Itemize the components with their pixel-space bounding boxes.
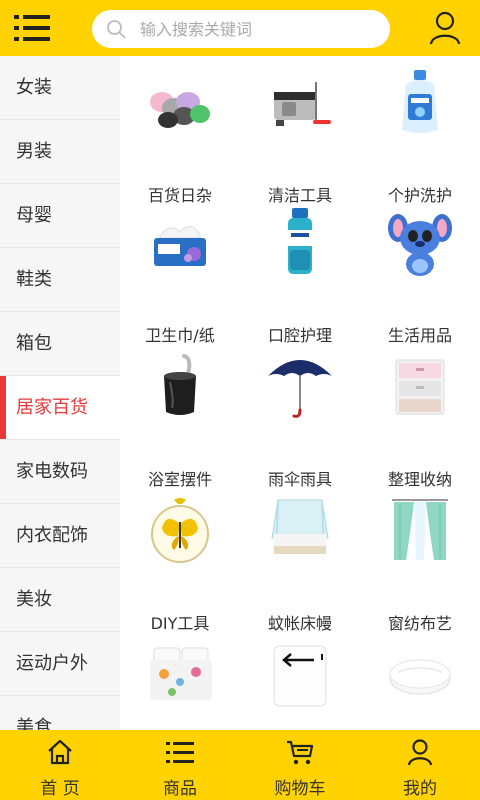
- category-pillow[interactable]: [240, 628, 360, 730]
- sidebar-item-underwear[interactable]: 内衣配饰: [0, 504, 120, 568]
- sidebar-item-mother-baby[interactable]: 母婴: [0, 184, 120, 248]
- tab-label: 首 页: [40, 779, 80, 799]
- tab-label: 我的: [403, 779, 437, 799]
- tab-cart[interactable]: 购物车: [240, 730, 360, 800]
- category-umbrella[interactable]: 雨伞雨具: [240, 340, 360, 489]
- bedding-set-image: [150, 647, 212, 700]
- tab-home[interactable]: 首 页: [0, 730, 120, 800]
- mop-bucket-image: [274, 82, 331, 126]
- category-personal-care[interactable]: 个护洗护: [360, 56, 480, 205]
- category-bathroom[interactable]: 浴室摆件: [120, 340, 240, 489]
- sidebar-item-men[interactable]: 男装: [0, 120, 120, 184]
- tissue-box-image: [154, 226, 206, 266]
- category-tissue[interactable]: 卫生巾/纸: [120, 196, 240, 345]
- category-daily-use[interactable]: 生活用品: [360, 196, 480, 345]
- category-cleaning-tools[interactable]: 清洁工具: [240, 56, 360, 205]
- search-box[interactable]: [92, 10, 390, 48]
- detergent-bottle-image: [402, 70, 438, 133]
- category-grid: 百货日杂 清洁工具 个护洗护 卫生巾/纸 口腔护理 生活用品 浴室摆件 雨伞雨具…: [120, 56, 480, 730]
- mouthwash-bottle-image: [288, 208, 312, 274]
- category-curtains[interactable]: 窗纺布艺: [360, 484, 480, 633]
- category-oral-care[interactable]: 口腔护理: [240, 196, 360, 345]
- sidebar-item-electronics[interactable]: 家电数码: [0, 440, 120, 504]
- category-mosquito-net[interactable]: 蚊帐床幔: [240, 484, 360, 633]
- list-menu-icon[interactable]: [14, 11, 50, 45]
- trash-bags-image: [150, 92, 210, 128]
- tab-label: 购物车: [274, 779, 326, 799]
- category-sidebar: 女装 男装 母婴 鞋类 箱包 居家百货 家电数码 内衣配饰 美妆 运动户外 美食: [0, 56, 120, 730]
- mosquito-net-bed-image: [271, 499, 329, 555]
- category-cushion[interactable]: [360, 628, 480, 730]
- tab-label: 商品: [163, 779, 197, 799]
- search-icon: [107, 20, 126, 39]
- tab-products[interactable]: 商品: [120, 730, 240, 800]
- sidebar-item-bags[interactable]: 箱包: [0, 312, 120, 376]
- storage-drawers-image: [395, 359, 445, 415]
- curtain-image: [392, 499, 448, 560]
- header-bar: [0, 0, 480, 56]
- pillow-image: [273, 645, 327, 707]
- sidebar-item-shoes[interactable]: 鞋类: [0, 248, 120, 312]
- bottom-tab-bar: 首 页 商品 购物车 我的: [0, 730, 480, 800]
- sidebar-item-food[interactable]: 美食: [0, 696, 120, 730]
- cart-icon: [287, 740, 314, 765]
- plush-toy-image: [388, 214, 452, 276]
- list-icon: [166, 742, 194, 763]
- category-general-goods[interactable]: 百货日杂: [120, 56, 240, 205]
- user-icon[interactable]: [428, 10, 462, 46]
- category-bedding[interactable]: [120, 628, 240, 730]
- tab-mine[interactable]: 我的: [360, 730, 480, 800]
- category-storage[interactable]: 整理收纳: [360, 340, 480, 489]
- round-cushion-image: [389, 659, 451, 695]
- home-icon: [48, 739, 72, 765]
- user-icon: [407, 739, 433, 766]
- sidebar-item-women[interactable]: 女装: [0, 56, 120, 120]
- toilet-brush-holder-image: [164, 354, 196, 415]
- search-input[interactable]: [140, 14, 380, 44]
- sidebar-item-beauty[interactable]: 美妆: [0, 568, 120, 632]
- sidebar-item-sports[interactable]: 运动户外: [0, 632, 120, 696]
- category-diy[interactable]: DIY工具: [120, 484, 240, 633]
- umbrella-image: [268, 360, 332, 418]
- butterfly-embroidery-hoop-image: [151, 498, 209, 563]
- sidebar-item-home-goods[interactable]: 居家百货: [0, 376, 120, 440]
